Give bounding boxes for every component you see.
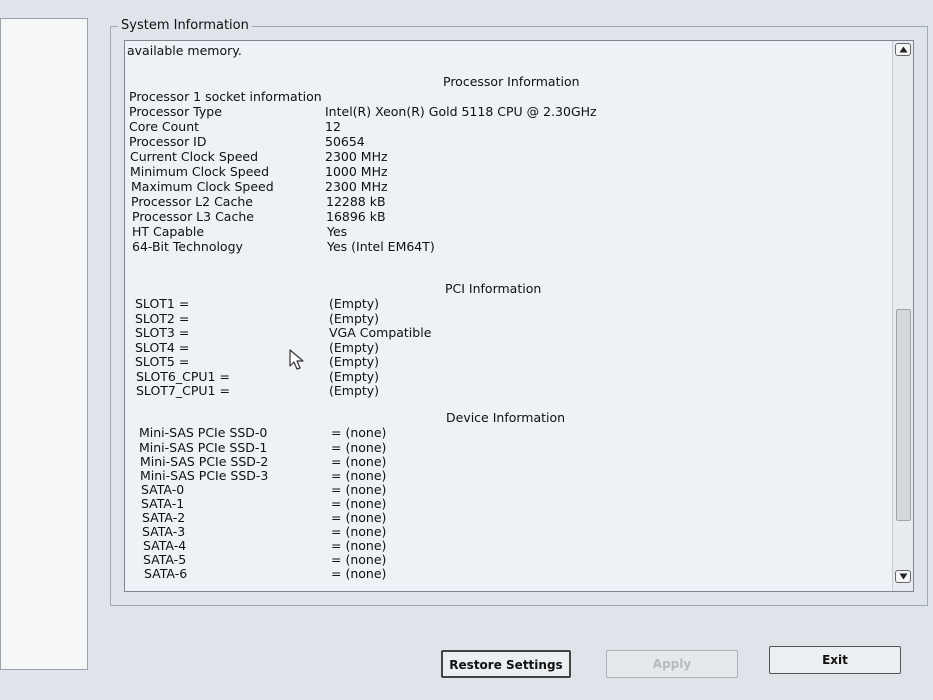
group-title: System Information — [118, 18, 252, 34]
processor-section-title: Processor Information — [443, 74, 580, 89]
mouse-pointer-icon — [289, 349, 304, 370]
row-value: Yes (Intel EM64T) — [327, 239, 435, 254]
triangle-up-icon — [899, 46, 908, 53]
row-label: Processor Type — [129, 104, 222, 119]
row-value: 2300 MHz — [325, 149, 388, 164]
row-label: SLOT7_CPU1 = — [136, 383, 230, 398]
row-value: VGA Compatible — [329, 325, 432, 340]
scroll-down-button[interactable] — [895, 570, 911, 583]
intro-text: available memory. — [127, 43, 242, 58]
row-value: 12 — [325, 119, 341, 134]
triangle-down-icon — [899, 573, 908, 580]
row-label: SATA-6 — [144, 566, 188, 581]
row-label: Maximum Clock Speed — [131, 179, 274, 194]
row-value: 16896 kB — [326, 209, 386, 224]
row-label: Processor L2 Cache — [131, 194, 253, 209]
exit-button[interactable]: Exit — [769, 646, 901, 674]
row-label: Processor ID — [129, 134, 207, 149]
row-value: (Empty) — [329, 296, 380, 311]
row-label: HT Capable — [132, 224, 205, 239]
row-value: Intel(R) Xeon(R) Gold 5118 CPU @ 2.30GHz — [325, 104, 597, 119]
restore-settings-button[interactable]: Restore Settings — [441, 650, 571, 678]
apply-button[interactable]: Apply — [606, 650, 738, 678]
pci-section-title: PCI Information — [445, 281, 542, 296]
row-value: 2300 MHz — [325, 179, 388, 194]
row-label: SLOT1 = — [135, 296, 190, 311]
row-value: Yes — [327, 224, 348, 239]
system-information-text-area[interactable]: available memory. Processor Information … — [124, 40, 914, 592]
row-value: = (none) — [331, 566, 387, 581]
row-label: Core Count — [129, 119, 200, 134]
row-label: Current Clock Speed — [130, 149, 259, 164]
row-label: SLOT3 = — [135, 325, 190, 340]
row-value: 12288 kB — [326, 194, 386, 209]
device-section-title: Device Information — [446, 410, 566, 425]
vertical-scrollbar[interactable] — [892, 41, 913, 591]
row-label: SLOT5 = — [135, 354, 190, 369]
row-value: (Empty) — [329, 383, 380, 398]
processor-socket-line: Processor 1 socket information — [129, 89, 322, 104]
left-menu-panel — [0, 18, 88, 670]
row-value: 1000 MHz — [325, 164, 388, 179]
row-label: Processor L3 Cache — [132, 209, 254, 224]
text-content: available memory. Processor Information … — [125, 41, 890, 591]
row-label: 64-Bit Technology — [132, 239, 243, 254]
row-label: Mini-SAS PCIe SSD-0 — [139, 425, 268, 440]
scrollbar-thumb[interactable] — [896, 309, 911, 521]
row-value: 50654 — [325, 134, 365, 149]
scroll-up-button[interactable] — [895, 43, 911, 56]
row-label: Minimum Clock Speed — [130, 164, 270, 179]
row-value: = (none) — [331, 425, 387, 440]
row-value: (Empty) — [329, 354, 380, 369]
